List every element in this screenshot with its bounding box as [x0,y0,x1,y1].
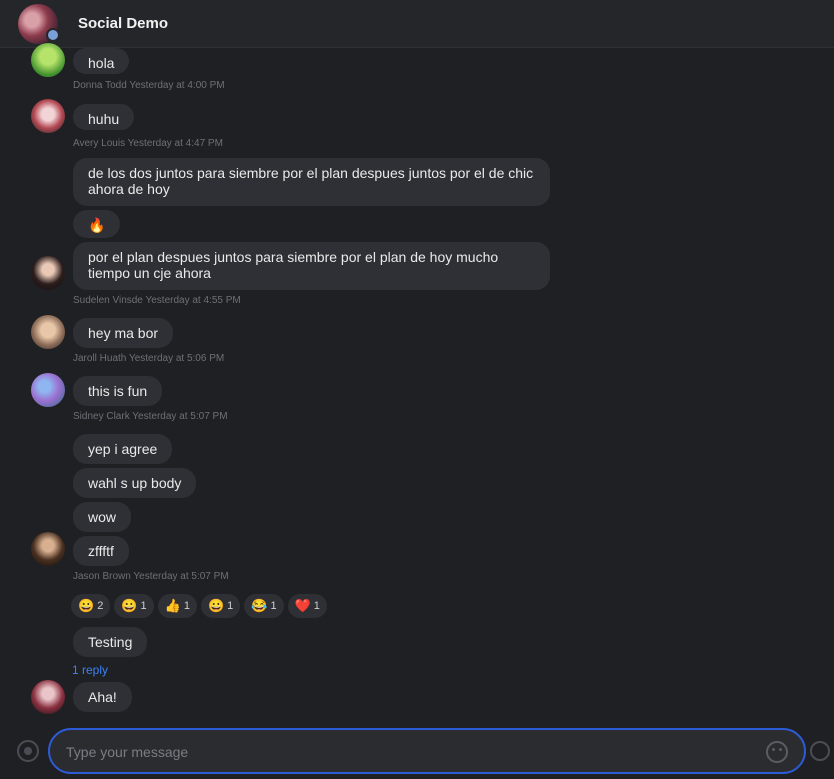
paperclip-icon[interactable] [17,740,39,762]
message-input[interactable] [64,740,748,764]
reaction-count: 1 [183,600,190,612]
message-meta: Sidney Clark Yesterday at 5:07 PM [73,411,228,422]
message-bubble[interactable]: por el plan despues juntos para siembre … [73,242,550,290]
channel-title: Social Demo [78,15,169,32]
message-bubble[interactable]: zffftf [73,536,129,566]
reaction-count: 1 [227,600,234,612]
message-bubble[interactable]: hola [73,48,130,74]
message-bubble[interactable]: yep i agree [73,434,173,464]
reaction-count: 1 [313,600,320,612]
channel-header: Social Demo [0,0,834,48]
message-meta: Jason Brown Yesterday at 5:07 PM [73,571,229,582]
reaction-count: 1 [270,600,277,612]
message-bubble[interactable]: Testing [73,627,148,657]
message-meta: Avery Louis Yesterday at 4:47 PM [73,138,223,149]
message-bubble[interactable]: Aha! [73,682,132,712]
message-list[interactable]: hola Donna Todd Yesterday at 4:00 PM huh… [0,43,834,720]
avatar[interactable] [31,256,65,290]
message-bubble[interactable]: huhu [73,104,135,130]
avatar[interactable] [31,373,65,407]
reaction-chip[interactable]: 😂 1 [244,594,284,618]
avatar[interactable] [31,680,65,714]
emoji-icon: 😂 [251,598,268,613]
reaction-chip[interactable]: 😀 2 [71,594,111,618]
message-bubble[interactable]: hey ma bor [73,318,174,348]
reaction-chip[interactable]: 😀 1 [114,594,154,618]
message-meta: Jaroll Huath Yesterday at 5:06 PM [73,353,225,364]
message-composer [0,720,834,779]
thumbs-up-icon: 👍 [164,598,181,613]
replies-link[interactable]: 1 reply [72,663,108,677]
avatar[interactable] [31,43,65,77]
avatar[interactable] [31,99,65,133]
emoji-icon: 😀 [121,598,138,613]
reaction-chip[interactable]: ❤️ 1 [287,594,327,618]
message-meta: Donna Todd Yesterday at 4:00 PM [73,80,225,91]
emoji-icon: 😀 [207,598,225,613]
reaction-chip[interactable]: 😀 1 [200,594,241,618]
reaction-chip[interactable]: 👍 1 [157,594,197,618]
reaction-count: 2 [97,600,104,612]
smiley-icon[interactable] [766,741,788,763]
message-bubble[interactable]: this is fun [73,376,163,406]
message-bubble[interactable]: 🔥 [73,210,121,238]
reaction-count: 1 [140,600,147,612]
message-bubble[interactable]: de los dos juntos para siembre por el pl… [73,158,550,206]
reaction-bar: 😀 2 😀 1 👍 1 😀 1 😂 1 ❤️ 1 [71,594,327,618]
heart-icon: ❤️ [294,598,311,613]
emoji-icon: 😀 [78,598,95,613]
avatar[interactable] [31,532,65,566]
message-bubble[interactable]: wow [73,502,132,532]
channel-avatar[interactable] [18,3,60,44]
message-meta: Sudelen Vinsde Yesterday at 4:55 PM [73,295,241,306]
message-input-wrapper[interactable] [48,728,806,774]
avatar[interactable] [31,315,65,349]
send-icon[interactable] [810,741,830,761]
message-bubble[interactable]: wahl s up body [73,468,197,498]
